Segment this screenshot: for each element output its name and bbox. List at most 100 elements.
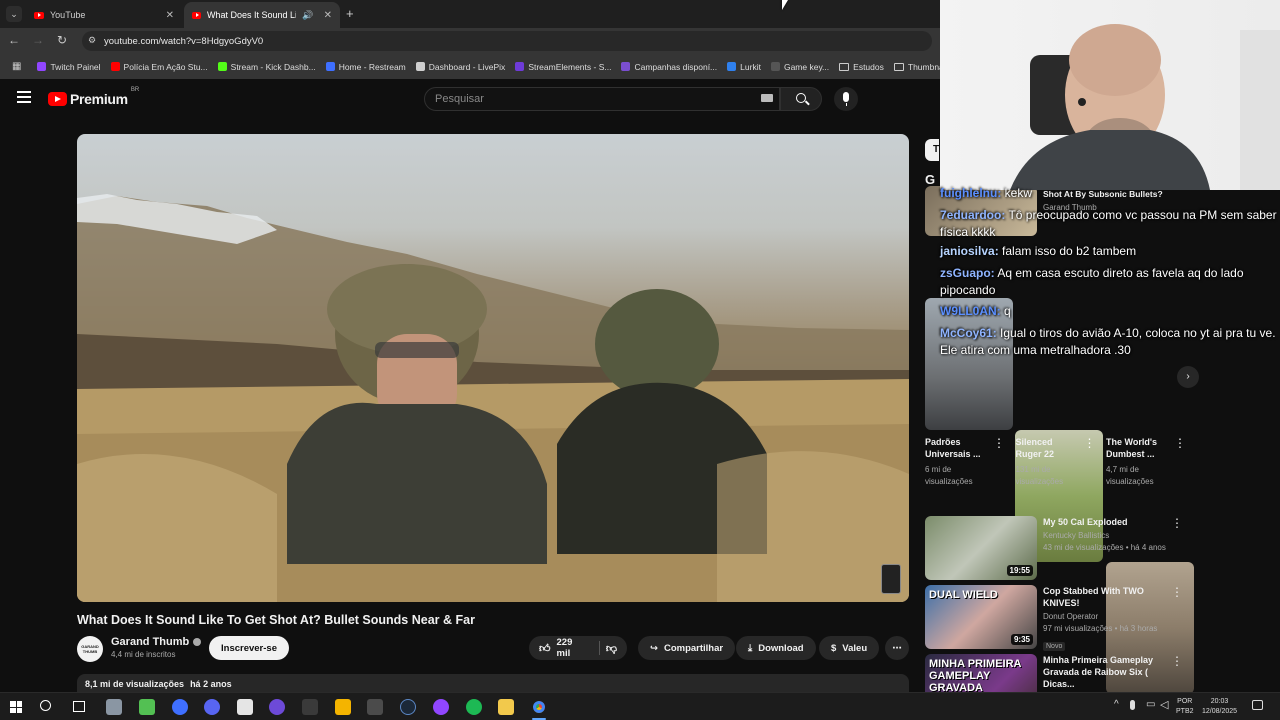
youtube-favicon-icon bbox=[34, 11, 44, 19]
app-icon-11[interactable] bbox=[433, 699, 449, 715]
back-arrow-icon[interactable]: ← bbox=[6, 33, 22, 47]
new-badge: Novo bbox=[1043, 642, 1066, 651]
more-vertical-icon[interactable]: ⋮ bbox=[1174, 436, 1186, 450]
steam-icon[interactable] bbox=[400, 699, 416, 715]
file-explorer-icon[interactable] bbox=[498, 699, 514, 715]
search-button[interactable] bbox=[780, 87, 822, 111]
bookmark-item[interactable]: Lurkit bbox=[727, 62, 761, 72]
volume-icon[interactable]: ◁ bbox=[1160, 698, 1168, 711]
language-indicator[interactable]: POR PTB2 bbox=[1176, 697, 1194, 717]
close-icon[interactable]: ✕ bbox=[324, 10, 332, 21]
verified-check-icon bbox=[193, 638, 202, 646]
search-input[interactable]: Pesquisar bbox=[424, 87, 780, 111]
recommendation-channel[interactable]: Kentucky Ballistics bbox=[1043, 530, 1183, 542]
more-vertical-icon[interactable]: ⋮ bbox=[1084, 436, 1096, 450]
recommendation-item[interactable]: DUAL WIELD 9:35 Cop Stabbed With TWO KNIVE… bbox=[925, 585, 1195, 651]
bookmark-favicon-icon bbox=[727, 62, 737, 71]
bookmark-favicon-icon bbox=[325, 62, 335, 71]
more-vertical-icon[interactable]: ⋮ bbox=[993, 436, 1005, 450]
address-bar[interactable]: ⚙ youtube.com/watch?v=8HdgyoGdyV0 bbox=[82, 31, 932, 51]
bookmark-item[interactable]: Polícia Em Ação Stu... bbox=[110, 62, 208, 72]
keyboard-icon[interactable] bbox=[761, 94, 773, 102]
tab-search-icon[interactable]: ⌄ bbox=[6, 6, 22, 22]
tray-chevron-icon[interactable]: ^ bbox=[1114, 699, 1119, 710]
bookmark-item[interactable]: Stream - Kick Dashb... bbox=[217, 62, 316, 72]
bookmark-item[interactable]: Home - Restream bbox=[325, 62, 406, 72]
bookmark-item[interactable]: Game key... bbox=[770, 62, 829, 72]
app-icon-2[interactable] bbox=[139, 699, 155, 715]
task-view-icon[interactable] bbox=[73, 701, 85, 712]
short-info[interactable]: Padrões Universais ... 6 mi de visualizaç… bbox=[925, 436, 1011, 488]
microphone-icon bbox=[843, 92, 849, 102]
network-icon[interactable]: ▭ bbox=[1146, 699, 1155, 710]
thumbnail-text: DUAL WIELD bbox=[929, 589, 998, 601]
youtube-play-logo-icon bbox=[48, 92, 67, 106]
subscribe-button[interactable]: Inscrever-se bbox=[209, 636, 289, 660]
voice-search-button[interactable] bbox=[834, 87, 858, 111]
spotify-icon[interactable] bbox=[466, 699, 482, 715]
bookmark-item[interactable]: Dashboard - LivePix bbox=[415, 62, 505, 72]
forward-arrow-icon[interactable]: → bbox=[30, 33, 46, 47]
bookmark-label: StreamElements - S... bbox=[528, 61, 612, 72]
app-icon-4[interactable] bbox=[204, 699, 220, 715]
app-icon-5[interactable] bbox=[237, 699, 253, 715]
clock[interactable]: 20:03 12/08/2025 bbox=[1202, 697, 1237, 717]
thumbs-down-icon[interactable]: 👎︎ bbox=[606, 642, 617, 655]
close-icon[interactable]: ✕ bbox=[166, 10, 174, 21]
bookmark-item[interactable]: Estudos bbox=[839, 62, 884, 72]
more-vertical-icon[interactable]: ⋮ bbox=[1171, 516, 1183, 530]
mouse-cursor-icon bbox=[782, 0, 788, 10]
microphone-icon[interactable] bbox=[1130, 700, 1135, 710]
youtube-logo[interactable]: Premium BR bbox=[48, 87, 139, 107]
bookmark-item[interactable]: Twitch Painel bbox=[37, 62, 101, 72]
more-vertical-icon[interactable]: ⋮ bbox=[1171, 585, 1183, 599]
short-info[interactable]: Silenced Ruger 22 131 mi de visualizações… bbox=[1016, 436, 1102, 488]
tab-video[interactable]: What Does It Sound Like To 🔊 ✕ bbox=[184, 2, 340, 28]
windows-taskbar: ^ ▭ ◁ POR PTB2 20:03 12/08/2025 bbox=[0, 692, 1280, 720]
description-box[interactable]: 8,1 mi de visualizações há 2 anos bbox=[77, 674, 909, 694]
app-icon-9[interactable] bbox=[367, 699, 383, 715]
video-player[interactable] bbox=[77, 134, 909, 602]
filter-chip[interactable]: T bbox=[925, 139, 939, 161]
recommendation-meta: 43 mi de visualizações • há 4 anos bbox=[1043, 543, 1166, 552]
channel-name[interactable]: Garand Thumb bbox=[111, 636, 189, 648]
app-icon-3[interactable] bbox=[172, 699, 188, 715]
app-icon-1[interactable] bbox=[106, 699, 122, 715]
bookmark-favicon-icon bbox=[217, 62, 227, 71]
short-title: Padrões Universais ... bbox=[925, 437, 981, 459]
new-tab-button[interactable]: + bbox=[346, 6, 354, 21]
search-icon[interactable] bbox=[40, 700, 51, 711]
recommendation-channel[interactable]: Donut Operator bbox=[1043, 611, 1183, 623]
short-info[interactable]: The World's Dumbest ... 4,7 mi de visuali… bbox=[1106, 436, 1192, 488]
bookmark-item[interactable]: Campanhas disponí... bbox=[621, 62, 717, 72]
menu-hamburger-icon[interactable] bbox=[17, 91, 31, 103]
bookmark-item[interactable]: StreamElements - S... bbox=[515, 62, 611, 72]
notifications-icon[interactable] bbox=[1252, 700, 1263, 710]
video-thumbnail[interactable]: DUAL WIELD 9:35 bbox=[925, 585, 1037, 649]
channel-watermark-icon[interactable] bbox=[881, 564, 901, 594]
channel-avatar[interactable]: GARAND THUMB bbox=[77, 636, 103, 662]
more-actions-button[interactable]: ⋯ bbox=[885, 636, 909, 660]
more-horizontal-icon: ⋯ bbox=[892, 642, 902, 654]
download-button[interactable]: ⤓ Download bbox=[736, 636, 816, 660]
video-thumbnail[interactable]: 19:55 bbox=[925, 516, 1037, 580]
app-icon-6[interactable] bbox=[269, 699, 285, 715]
site-info-icon[interactable]: ⚙ bbox=[88, 35, 96, 46]
speaker-icon[interactable]: 🔊 bbox=[302, 10, 313, 21]
reload-icon[interactable]: ↻ bbox=[54, 33, 70, 47]
tab-youtube[interactable]: YouTube ✕ bbox=[26, 2, 182, 28]
bookmark-favicon-icon bbox=[621, 62, 631, 71]
chat-overlay: fuighlelnu: kekw 7eduardoo: Tô preocupado… bbox=[925, 185, 1280, 360]
search-placeholder: Pesquisar bbox=[435, 93, 484, 105]
chrome-icon[interactable] bbox=[531, 699, 547, 715]
more-vertical-icon[interactable]: ⋮ bbox=[1171, 654, 1183, 668]
shorts-next-button[interactable]: › bbox=[1177, 366, 1199, 388]
app-icon-7[interactable] bbox=[302, 699, 318, 715]
like-button[interactable]: 👍︎ 229 mil 👎︎ bbox=[529, 636, 627, 660]
app-icon-8[interactable] bbox=[335, 699, 351, 715]
windows-start-icon[interactable] bbox=[10, 701, 22, 713]
recommendation-item[interactable]: 19:55 My 50 Cal Exploded Kentucky Ballisti… bbox=[925, 516, 1195, 580]
apps-grid-icon[interactable]: ▦ bbox=[12, 61, 21, 72]
thanks-button[interactable]: $ Valeu bbox=[819, 636, 880, 660]
share-button[interactable]: ↪ Compartilhar bbox=[638, 636, 736, 660]
